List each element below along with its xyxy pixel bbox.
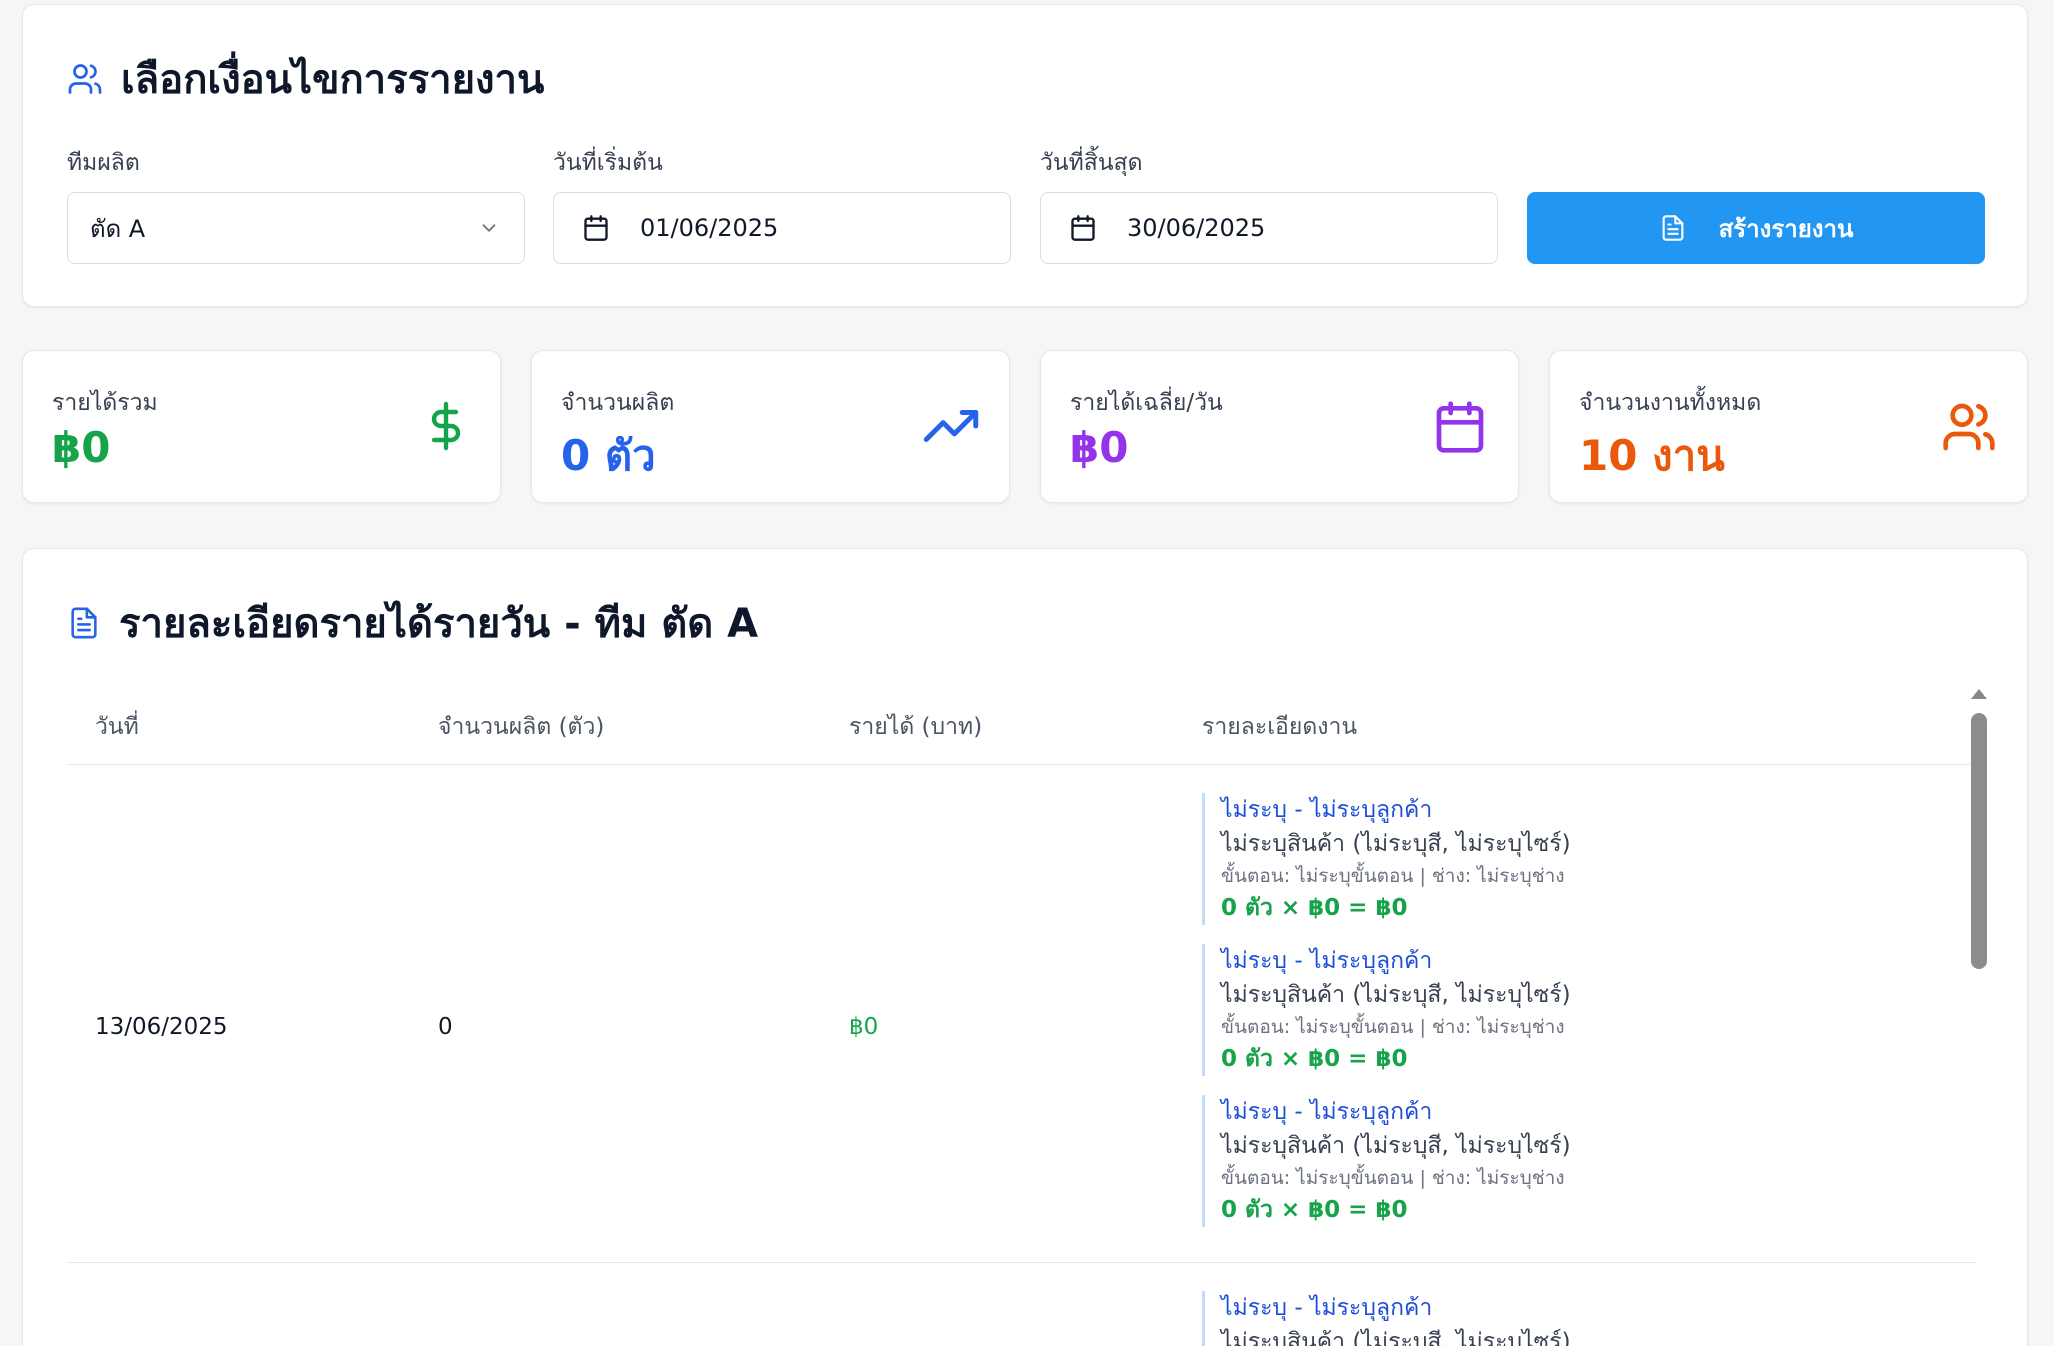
column-header-job-details: รายละเอียดงาน: [1202, 714, 1358, 740]
column-header-qty: จำนวนผลิต (ตัว): [438, 714, 605, 740]
row-qty: 0: [438, 1014, 453, 1040]
stat-value: ฿0: [52, 423, 111, 472]
stat-card-total-income: รายได้รวม ฿0: [22, 350, 501, 503]
job-step-worker: ขั้นตอน: ไม่ระบุขั้นตอน | ช่าง: ไม่ระบุช…: [1221, 1016, 1565, 1038]
end-date-value: 30/06/2025: [1127, 214, 1266, 242]
chevron-down-icon: [478, 217, 500, 239]
job-detail-item: ไม่ระบุ - ไม่ระบุลูกค้า ไม่ระบุสินค้า (ไ…: [1202, 944, 1762, 1076]
filter-title: เลือกเงื่อนไขการรายงาน: [67, 47, 544, 111]
dollar-icon: [422, 399, 470, 453]
stat-value: ฿0: [1070, 423, 1129, 472]
table-scrollbar[interactable]: [1961, 689, 1995, 1346]
file-text-icon: [67, 605, 101, 641]
detail-title: รายละเอียดรายได้รายวัน - ทีม ตัด A: [67, 591, 758, 655]
stat-card-total-jobs: จำนวนงานทั้งหมด 10 งาน: [1549, 350, 2028, 503]
job-calculation: 0 ตัว × ฿0 = ฿0: [1221, 1197, 1408, 1223]
start-date-value: 01/06/2025: [640, 214, 779, 242]
filter-title-text: เลือกเงื่อนไขการรายงาน: [121, 57, 545, 103]
stat-label: จำนวนงานทั้งหมด: [1579, 390, 1762, 416]
job-product: ไม่ระบุสินค้า (ไม่ระบุสี, ไม่ระบุไซร์): [1221, 1329, 1571, 1346]
users-icon: [1941, 399, 1997, 455]
users-icon: [67, 61, 103, 97]
job-order-customer: ไม่ระบุ - ไม่ระบุลูกค้า: [1221, 797, 1433, 823]
team-select[interactable]: ตัด A: [67, 192, 525, 264]
stat-label: จำนวนผลิต: [561, 390, 675, 416]
column-header-income: รายได้ (บาท): [849, 714, 983, 740]
scrollbar-thumb[interactable]: [1971, 713, 1987, 969]
job-detail-item: ไม่ระบุ - ไม่ระบุลูกค้า ไม่ระบุสินค้า (ไ…: [1202, 1291, 1762, 1346]
report-filter-card: เลือกเงื่อนไขการรายงาน ทีมผลิต วันที่เริ…: [22, 4, 2028, 307]
stat-value: 0 ตัว: [561, 431, 656, 480]
job-product: ไม่ระบุสินค้า (ไม่ระบุสี, ไม่ระบุไซร์): [1221, 982, 1571, 1008]
job-calculation: 0 ตัว × ฿0 = ฿0: [1221, 1046, 1408, 1072]
header-divider: [67, 764, 1977, 765]
row-divider: [67, 1262, 1977, 1263]
team-label: ทีมผลิต: [67, 150, 140, 176]
end-date-input[interactable]: 30/06/2025: [1040, 192, 1498, 264]
stat-card-avg-income-per-day: รายได้เฉลี่ย/วัน ฿0: [1040, 350, 1519, 503]
start-date-input[interactable]: 01/06/2025: [553, 192, 1011, 264]
file-text-icon: [1659, 214, 1687, 242]
stat-label: รายได้เฉลี่ย/วัน: [1070, 390, 1223, 416]
row-date: 13/06/2025: [95, 1014, 228, 1040]
create-report-label: สร้างรายงาน: [1718, 214, 1854, 243]
job-product: ไม่ระบุสินค้า (ไม่ระบุสี, ไม่ระบุไซร์): [1221, 1133, 1571, 1159]
job-step-worker: ขั้นตอน: ไม่ระบุขั้นตอน | ช่าง: ไม่ระบุช…: [1221, 1167, 1565, 1189]
job-order-customer: ไม่ระบุ - ไม่ระบุลูกค้า: [1221, 948, 1433, 974]
column-header-date: วันที่: [95, 714, 139, 740]
daily-income-detail-card: รายละเอียดรายได้รายวัน - ทีม ตัด A วันที…: [22, 548, 2028, 1346]
start-date-label: วันที่เริ่มต้น: [553, 150, 663, 176]
stat-value: 10 งาน: [1579, 431, 1725, 480]
job-order-customer: ไม่ระบุ - ไม่ระบุลูกค้า: [1221, 1099, 1433, 1125]
job-order-customer: ไม่ระบุ - ไม่ระบุลูกค้า: [1221, 1295, 1433, 1321]
scroll-up-arrow-icon[interactable]: [1971, 689, 1987, 699]
calendar-icon: [1069, 214, 1097, 242]
team-select-value: ตัด A: [90, 214, 146, 243]
detail-title-text: รายละเอียดรายได้รายวัน - ทีม ตัด A: [119, 601, 759, 647]
create-report-button[interactable]: สร้างรายงาน: [1527, 192, 1985, 264]
calendar-icon: [582, 214, 610, 242]
job-product: ไม่ระบุสินค้า (ไม่ระบุสี, ไม่ระบุไซร์): [1221, 831, 1571, 857]
job-detail-item: ไม่ระบุ - ไม่ระบุลูกค้า ไม่ระบุสินค้า (ไ…: [1202, 1095, 1762, 1227]
job-step-worker: ขั้นตอน: ไม่ระบุขั้นตอน | ช่าง: ไม่ระบุช…: [1221, 865, 1565, 887]
calendar-icon: [1432, 399, 1488, 455]
job-calculation: 0 ตัว × ฿0 = ฿0: [1221, 895, 1408, 921]
stat-card-production-qty: จำนวนผลิต 0 ตัว: [531, 350, 1010, 503]
end-date-label: วันที่สิ้นสุด: [1040, 150, 1143, 176]
row-income: ฿0: [849, 1014, 879, 1040]
trending-up-icon: [923, 399, 979, 453]
job-detail-item: ไม่ระบุ - ไม่ระบุลูกค้า ไม่ระบุสินค้า (ไ…: [1202, 793, 1762, 925]
stat-label: รายได้รวม: [52, 390, 158, 416]
